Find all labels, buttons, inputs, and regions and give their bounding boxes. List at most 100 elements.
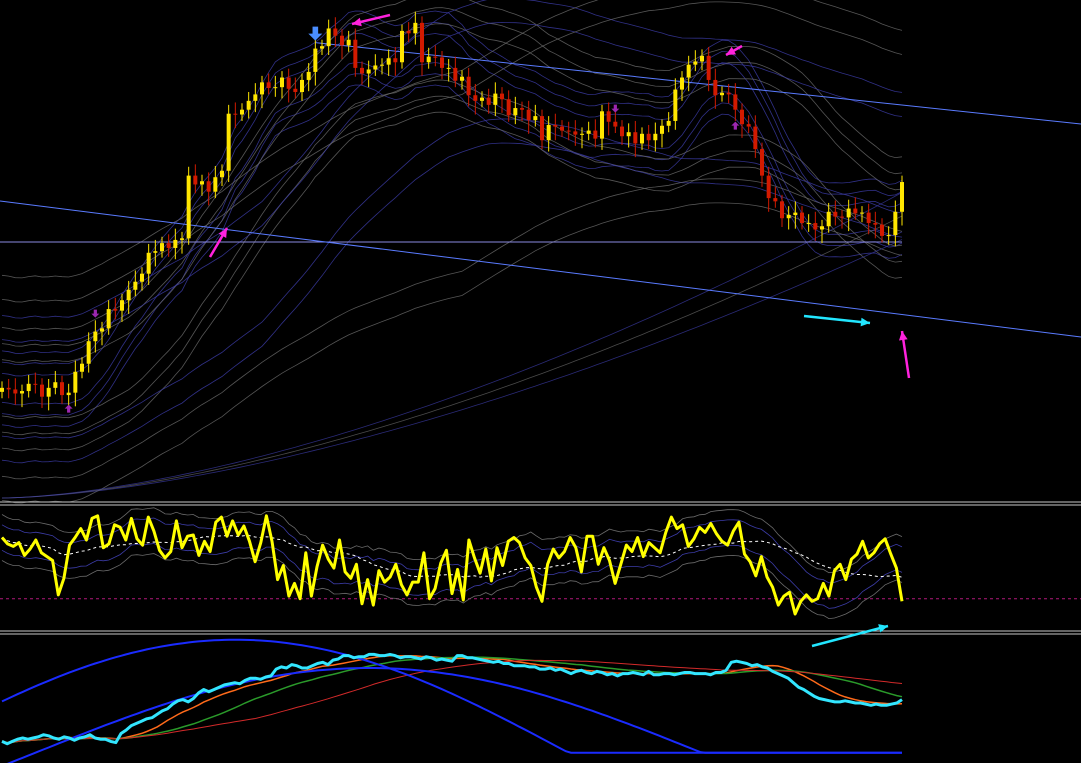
candle-body bbox=[766, 175, 771, 199]
candle-body bbox=[566, 130, 571, 132]
candle-body bbox=[120, 300, 124, 311]
candle-body bbox=[233, 113, 238, 115]
candle-body bbox=[373, 65, 378, 70]
candle-body bbox=[360, 67, 364, 74]
candle-body bbox=[80, 363, 84, 372]
candle-body bbox=[113, 309, 118, 311]
candle-body bbox=[273, 87, 278, 89]
candle-body bbox=[0, 387, 4, 392]
candle-body bbox=[840, 216, 844, 218]
candle-body bbox=[166, 243, 171, 248]
candle-body bbox=[473, 95, 478, 101]
candle-body bbox=[846, 208, 851, 218]
candle-body bbox=[673, 89, 678, 121]
candle-body bbox=[420, 22, 424, 63]
candle-body bbox=[33, 383, 38, 385]
candle-body bbox=[406, 30, 411, 34]
candle-body bbox=[453, 67, 458, 81]
candle-body bbox=[66, 392, 71, 396]
candle-body bbox=[366, 69, 371, 74]
candle-body bbox=[86, 341, 91, 364]
candle-body bbox=[573, 131, 578, 135]
candle-body bbox=[800, 212, 804, 224]
candle-body bbox=[353, 39, 358, 68]
candle-body bbox=[246, 100, 251, 110]
candle-body bbox=[153, 251, 158, 253]
candle-body bbox=[813, 223, 818, 230]
candle-body bbox=[460, 76, 464, 81]
candle-body bbox=[46, 387, 51, 397]
candle-body bbox=[500, 93, 504, 100]
candle-body bbox=[653, 133, 658, 141]
candle-body bbox=[780, 201, 784, 219]
candle-body bbox=[206, 181, 211, 192]
candle-body bbox=[300, 79, 304, 92]
candle-body bbox=[640, 133, 644, 144]
candle-body bbox=[886, 235, 891, 237]
candle-body bbox=[606, 111, 611, 122]
candle-body bbox=[380, 64, 384, 66]
candle-body bbox=[326, 28, 331, 47]
candle-body bbox=[186, 175, 191, 239]
candle-body bbox=[540, 116, 544, 141]
candle-body bbox=[146, 252, 151, 274]
candle-body bbox=[560, 126, 564, 131]
candle-body bbox=[533, 116, 538, 121]
candle-body bbox=[6, 387, 11, 390]
candle-body bbox=[266, 82, 271, 88]
candle-body bbox=[386, 58, 391, 65]
candle-body bbox=[280, 77, 284, 88]
candle-body bbox=[593, 130, 598, 139]
candle-body bbox=[293, 88, 298, 92]
candle-body bbox=[893, 211, 898, 236]
candle-body bbox=[526, 109, 531, 121]
candle-body bbox=[546, 124, 551, 141]
candle-body bbox=[140, 273, 144, 282]
candle-body bbox=[513, 108, 518, 116]
candle-body bbox=[133, 281, 138, 290]
candle-body bbox=[660, 125, 664, 134]
candle-body bbox=[620, 126, 624, 137]
candle-body bbox=[313, 48, 318, 72]
candle-body bbox=[480, 97, 484, 101]
candle-body bbox=[740, 109, 744, 125]
candle-body bbox=[680, 77, 684, 90]
candle-body bbox=[820, 226, 824, 230]
candle-body bbox=[580, 133, 584, 135]
candle-body bbox=[586, 130, 591, 134]
candle-body bbox=[720, 92, 724, 96]
chart-background bbox=[0, 0, 1081, 763]
candle-body bbox=[786, 215, 791, 219]
candle-body bbox=[440, 57, 444, 68]
trading-chart bbox=[0, 0, 1081, 763]
candle-body bbox=[746, 124, 751, 127]
candle-body bbox=[413, 22, 418, 34]
candle-body bbox=[13, 389, 18, 394]
candle-body bbox=[826, 211, 831, 227]
candle-body bbox=[760, 149, 764, 176]
candle-body bbox=[73, 371, 78, 393]
candle-body bbox=[733, 94, 738, 110]
candle-body bbox=[160, 243, 164, 252]
candle-body bbox=[226, 113, 231, 171]
candle-body bbox=[806, 223, 811, 225]
candle-body bbox=[106, 309, 111, 329]
candle-body bbox=[393, 58, 398, 63]
candle-body bbox=[20, 391, 24, 394]
candle-body bbox=[793, 212, 798, 215]
candle-body bbox=[553, 124, 558, 127]
candle-body bbox=[126, 289, 131, 301]
candle-body bbox=[306, 71, 311, 80]
candle-body bbox=[646, 133, 651, 141]
candle-body bbox=[600, 111, 604, 139]
candle-body bbox=[100, 328, 104, 332]
candle-body bbox=[493, 93, 498, 105]
candle-body bbox=[866, 212, 871, 224]
candle-body bbox=[633, 132, 638, 144]
candle-body bbox=[753, 126, 758, 150]
candle-body bbox=[286, 77, 291, 89]
candle-body bbox=[260, 82, 264, 95]
candle-body bbox=[666, 120, 671, 126]
candle-body bbox=[773, 198, 778, 202]
candle-body bbox=[706, 55, 711, 80]
